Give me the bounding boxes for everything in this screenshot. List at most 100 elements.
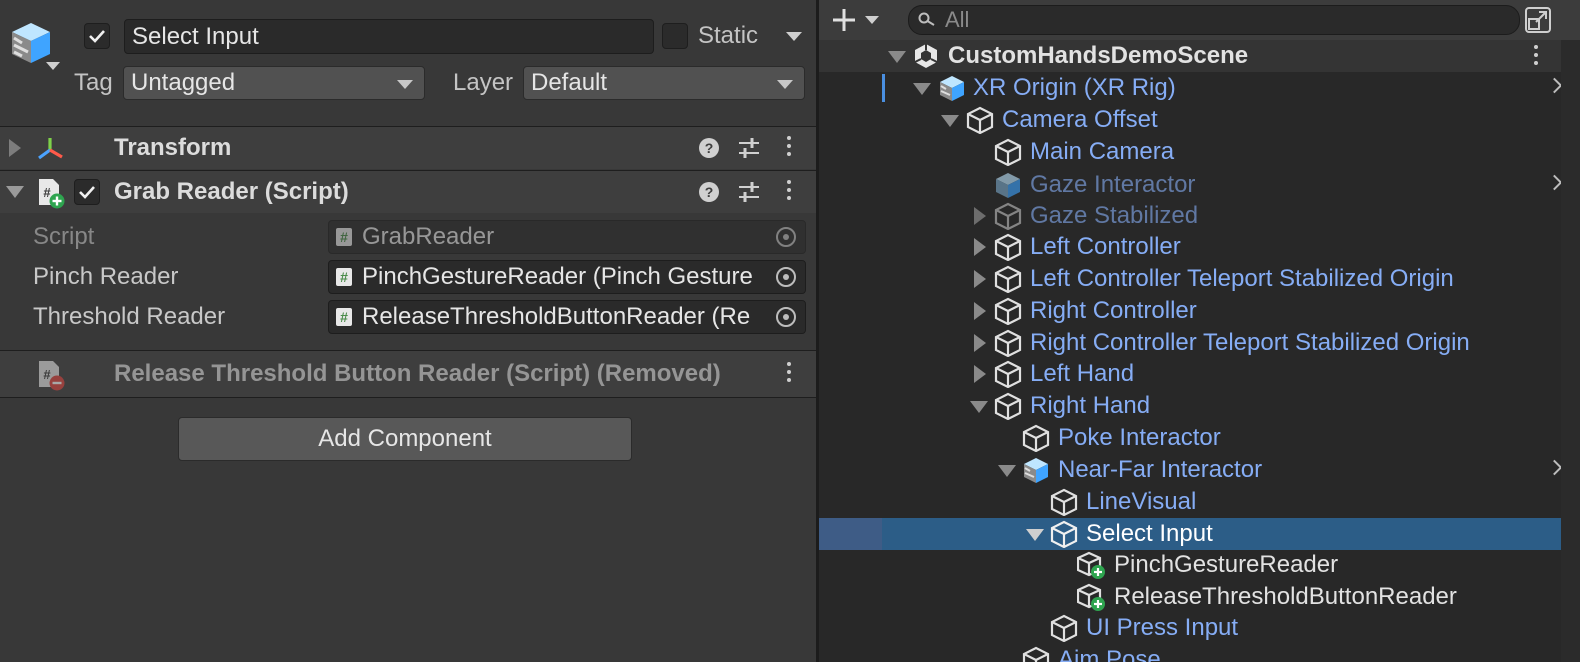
foldout-collapsed-icon[interactable] [974, 270, 986, 288]
script-file-icon: # [336, 228, 352, 246]
hierarchy-item-gaze-stabilized[interactable]: Gaze Stabilized [819, 200, 1580, 232]
static-dropdown-arrow-icon[interactable] [786, 32, 802, 41]
hierarchy-item-gaze-interactor[interactable]: Gaze Interactor [819, 169, 1580, 201]
hierarchy-item-main-camera[interactable]: Main Camera [819, 136, 1580, 168]
gameobject-cube-icon [994, 392, 1022, 420]
search-icon [918, 12, 935, 26]
scene-foldout-icon[interactable] [888, 51, 906, 63]
removed-component-title: Release Threshold Button Reader (Script)… [114, 360, 721, 387]
add-component-button[interactable]: Add Component [178, 417, 632, 461]
foldout-expanded-icon[interactable] [6, 186, 24, 198]
more-options-icon[interactable] [787, 362, 791, 386]
hierarchy-scrollbar[interactable] [1561, 40, 1580, 662]
transform-header[interactable]: Transform ? [0, 126, 816, 169]
icon-dropdown-arrow-icon[interactable] [46, 62, 60, 70]
create-dropdown-icon[interactable] [865, 16, 879, 24]
active-toggle[interactable] [84, 23, 110, 49]
object-picker-icon[interactable] [767, 301, 805, 333]
static-toggle[interactable] [662, 23, 688, 49]
foldout-collapsed-icon[interactable] [974, 365, 986, 383]
checkmark-icon [89, 30, 105, 43]
more-options-icon[interactable] [787, 180, 791, 204]
scene-row[interactable]: CustomHandsDemoScene [819, 40, 1580, 72]
hierarchy-item-label: Gaze Interactor [1030, 171, 1196, 198]
hierarchy-item-left-controller[interactable]: Left Controller [819, 231, 1580, 263]
foldout-expanded-icon[interactable] [941, 115, 959, 127]
hierarchy-item-release-threshold-reader[interactable]: ReleaseThresholdButtonReader [819, 581, 1580, 613]
foldout-collapsed-icon[interactable] [974, 207, 986, 225]
foldout-collapsed-icon[interactable] [974, 302, 986, 320]
gameobject-cube-icon [1022, 424, 1050, 452]
chevron-down-icon [397, 80, 413, 89]
hierarchy-item-left-teleport-origin[interactable]: Left Controller Teleport Stabilized Orig… [819, 263, 1580, 295]
chevron-down-icon [777, 80, 793, 89]
pinch-reader-label: Pinch Reader [33, 263, 179, 290]
hierarchy-item-select-input[interactable]: Select Input [819, 518, 1561, 550]
hierarchy-item-label: PinchGestureReader [1114, 551, 1339, 578]
hierarchy-item-ui-press-input[interactable]: UI Press Input [819, 612, 1580, 644]
hierarchy-item-label: Main Camera [1030, 138, 1175, 165]
removed-component-header[interactable]: # Release Threshold Button Reader (Scrip… [0, 350, 816, 398]
object-picker-icon[interactable] [767, 261, 805, 293]
foldout-collapsed-icon[interactable] [974, 334, 986, 352]
hierarchy-item-right-hand[interactable]: Right Hand [819, 390, 1580, 422]
gameobject-cube-icon[interactable] [8, 20, 54, 66]
hierarchy-item-label: Left Controller Teleport Stabilized Orig… [1030, 265, 1454, 292]
layer-label: Layer [453, 69, 514, 96]
inspector-panel: Select Input Static Tag Untagged Layer D… [0, 0, 816, 662]
foldout-collapsed-icon[interactable] [974, 238, 986, 256]
hierarchy-item-poke-interactor[interactable]: Poke Interactor [819, 422, 1580, 454]
gameobject-cube-icon [994, 138, 1022, 166]
hierarchy-item-near-far-interactor[interactable]: Near-Far Interactor [819, 454, 1580, 486]
hierarchy-item-pinch-gesture-reader[interactable]: PinchGestureReader [819, 549, 1580, 581]
chevron-right-icon[interactable] [1546, 174, 1563, 191]
foldout-expanded-icon[interactable] [913, 83, 931, 95]
chevron-right-icon[interactable] [1546, 77, 1563, 94]
hierarchy-item-right-controller[interactable]: Right Controller [819, 295, 1580, 327]
preset-sliders-icon[interactable] [737, 181, 761, 203]
help-icon[interactable]: ? [698, 137, 720, 159]
grab-reader-header[interactable]: # Grab Reader (Script) ? [0, 170, 816, 213]
more-options-icon[interactable] [787, 136, 791, 160]
threshold-reader-object-field[interactable]: # ReleaseThresholdButtonReader (Re [328, 300, 806, 334]
script-object-field: # GrabReader [328, 220, 806, 254]
object-name-field[interactable]: Select Input [124, 19, 654, 54]
gameobject-cube-icon [994, 297, 1022, 325]
hierarchy-search-input[interactable]: All [908, 5, 1520, 35]
foldout-collapsed-icon[interactable] [9, 139, 21, 157]
hierarchy-item-left-hand[interactable]: Left Hand [819, 358, 1580, 390]
gameobject-cube-icon [994, 329, 1022, 357]
svg-text:?: ? [705, 140, 714, 156]
chevron-right-icon[interactable] [1546, 459, 1563, 476]
scene-view-link-icon[interactable] [1523, 5, 1553, 35]
preset-sliders-icon[interactable] [737, 137, 761, 159]
tag-dropdown[interactable]: Untagged [123, 66, 425, 100]
hierarchy-item-label: Gaze Stabilized [1030, 202, 1199, 229]
foldout-expanded-icon[interactable] [998, 465, 1016, 477]
hierarchy-item-xr-origin[interactable]: XR Origin (XR Rig) [819, 72, 1580, 104]
gameobject-cube-icon [1050, 614, 1078, 642]
hierarchy-item-label: Near-Far Interactor [1058, 456, 1263, 483]
svg-text:#: # [43, 185, 51, 200]
added-gameobject-icon [1077, 551, 1105, 579]
scene-more-options-icon[interactable] [1534, 45, 1538, 69]
foldout-expanded-icon[interactable] [1026, 529, 1044, 541]
hierarchy-item-label: Right Hand [1030, 392, 1151, 419]
grab-reader-enabled-toggle[interactable] [74, 179, 100, 205]
pinch-reader-object-field[interactable]: # PinchGestureReader (Pinch Gesture [328, 260, 806, 294]
svg-text:?: ? [705, 184, 714, 200]
gameobject-cube-icon [1050, 488, 1078, 516]
hierarchy-item-camera-offset[interactable]: Camera Offset [819, 104, 1580, 136]
foldout-expanded-icon[interactable] [970, 401, 988, 413]
object-picker-icon [767, 221, 805, 253]
hierarchy-item-label: LineVisual [1086, 488, 1197, 515]
hierarchy-item-line-visual[interactable]: LineVisual [819, 486, 1580, 518]
hierarchy-item-aim-pose[interactable]: Aim Pose [819, 644, 1580, 662]
gameobject-cube-icon [994, 233, 1022, 261]
layer-dropdown[interactable]: Default [523, 66, 805, 100]
gameobject-cube-icon [994, 360, 1022, 388]
help-icon[interactable]: ? [698, 181, 720, 203]
hierarchy-item-right-teleport-origin[interactable]: Right Controller Teleport Stabilized Ori… [819, 327, 1580, 359]
hierarchy-toolbar: All [819, 0, 1580, 41]
plus-icon[interactable] [831, 7, 857, 33]
